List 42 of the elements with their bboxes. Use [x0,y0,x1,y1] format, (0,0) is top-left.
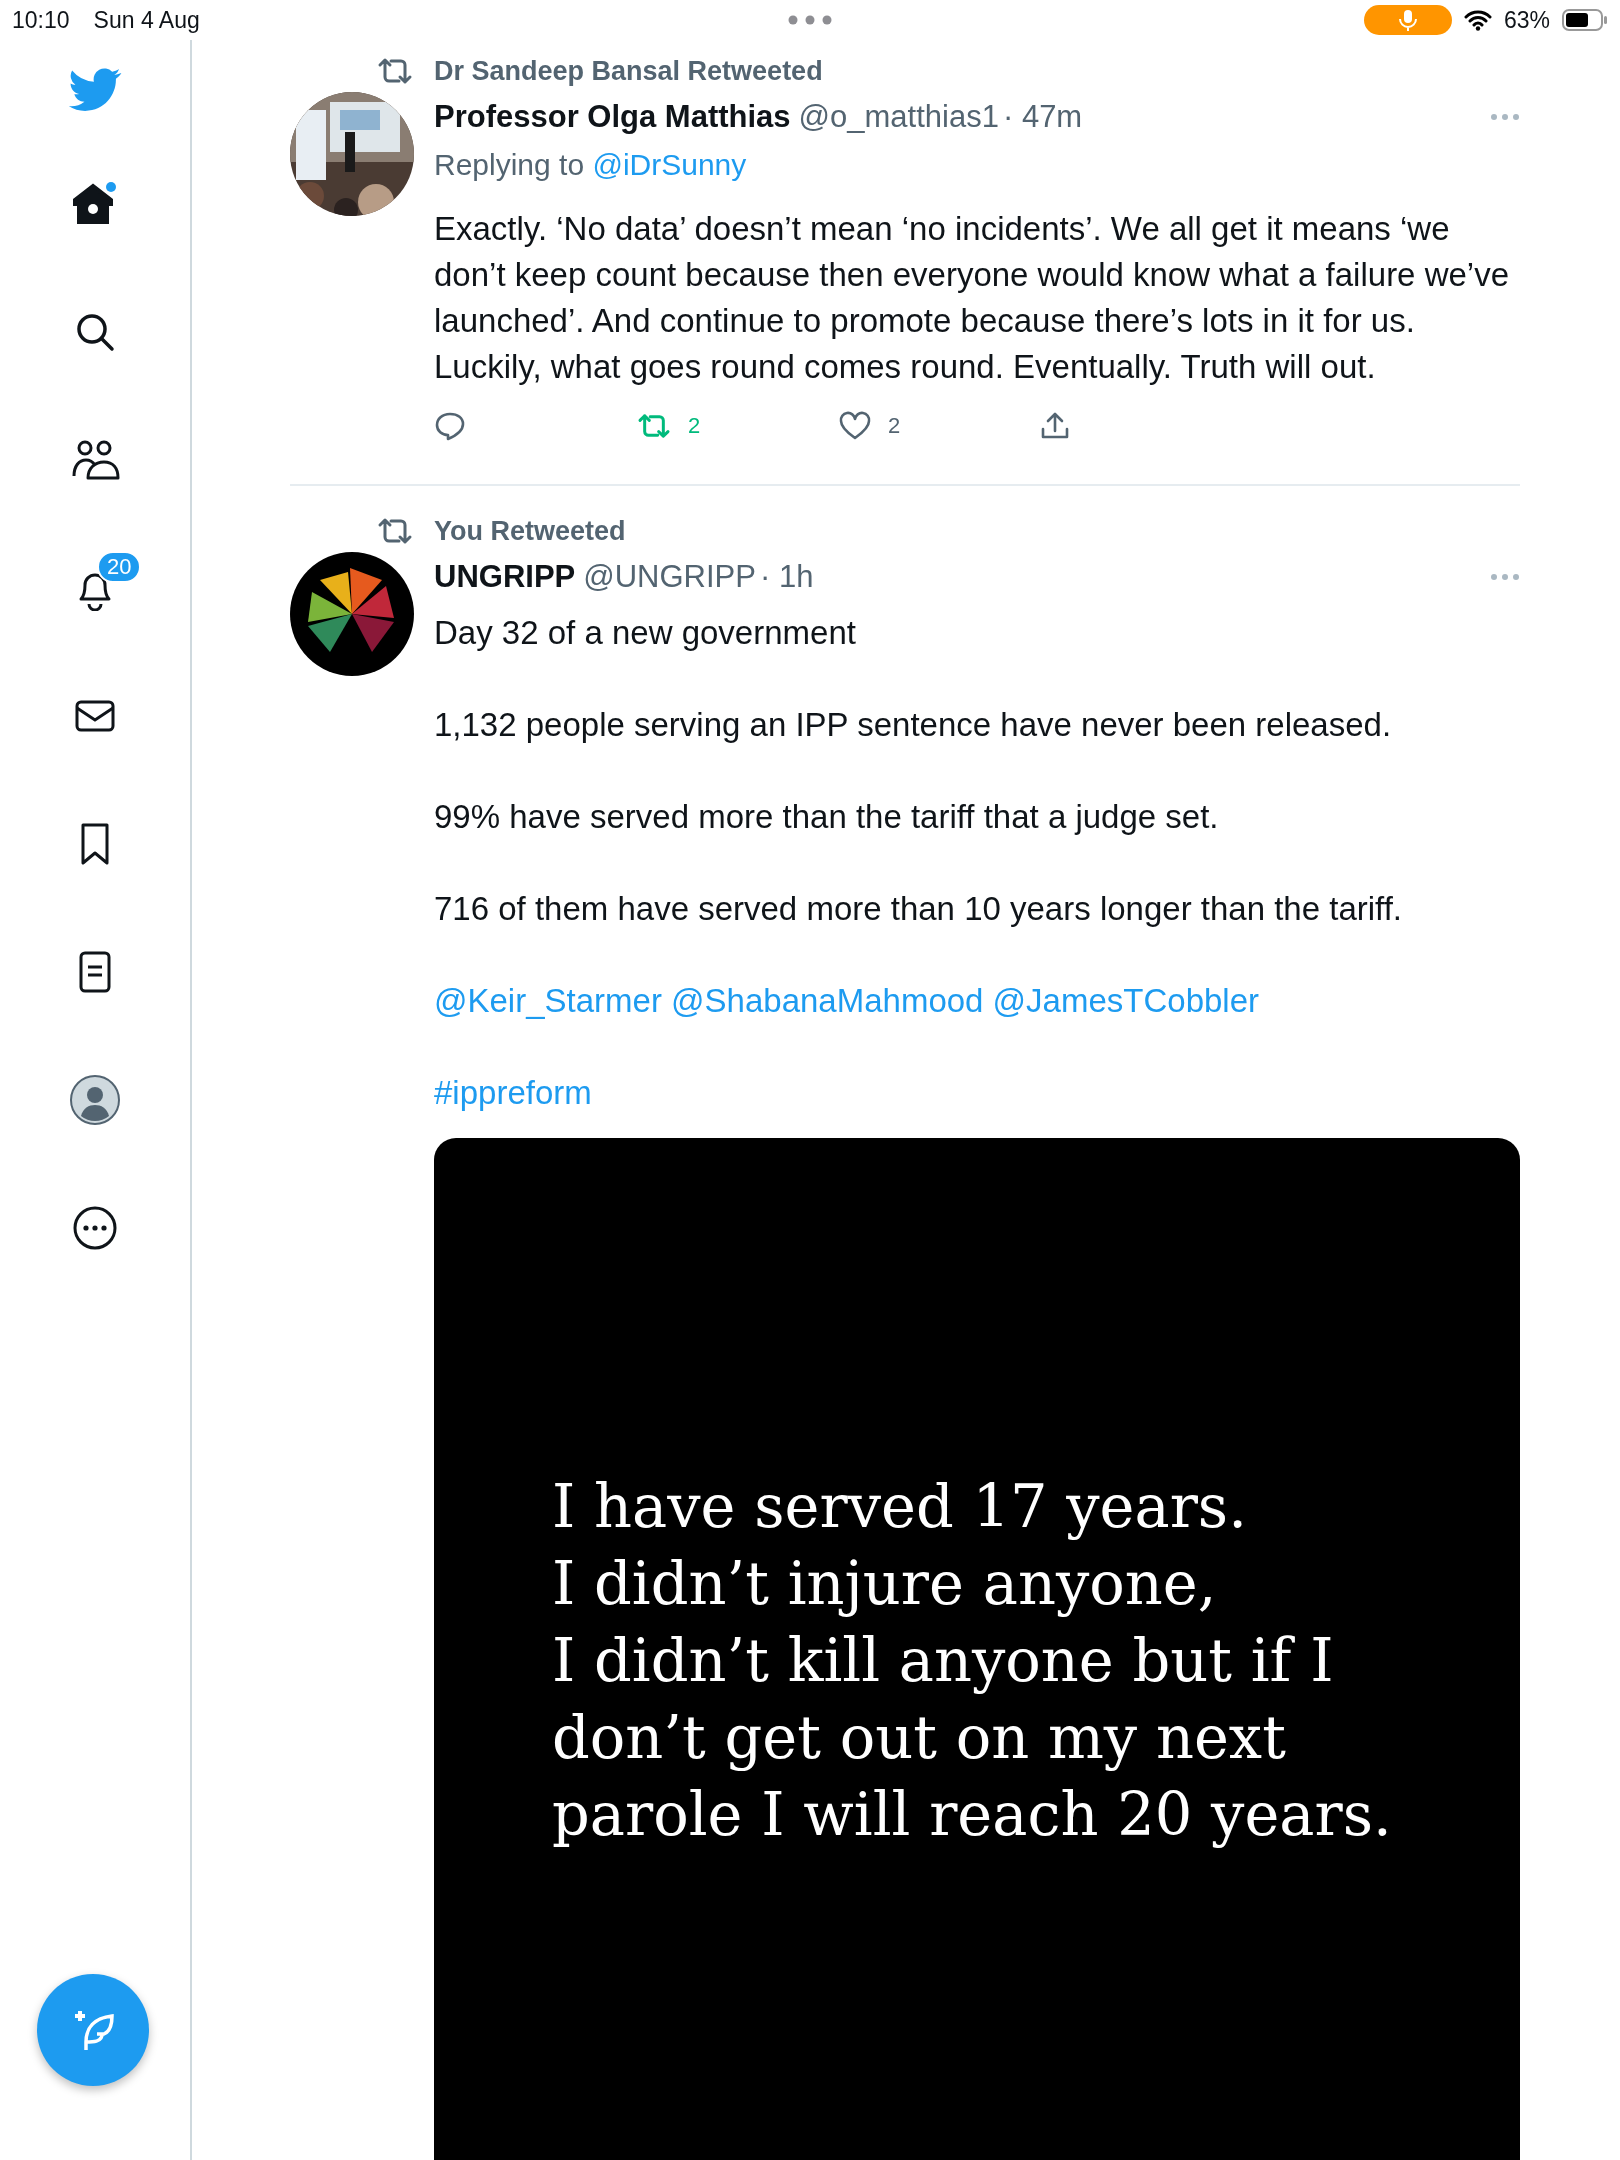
retweet-count: 2 [688,413,701,439]
share-icon[interactable] [1040,411,1070,441]
author-name[interactable]: UNGRIPP [434,559,576,595]
battery-icon [1562,9,1608,31]
multitasking-dots-icon[interactable] [788,15,832,25]
mention-link[interactable]: @iDrSunny [592,148,747,181]
compose-tweet-button[interactable] [37,1974,149,2086]
tweet-time: · 1h [759,559,814,595]
mention-link[interactable]: @ShabanaMahmood [671,982,984,1019]
image-text-line: I didn’t injure anyone, [552,1548,1217,1620]
author-handle[interactable]: @UNGRIPP [583,559,756,595]
like-count: 2 [888,413,901,439]
tweet-text: Exactly. ‘No data’ doesn’t mean ‘no incidents’. We all get it means ‘we don’t keep count because then everyone would know what a failure we’ve launched’. And continue to promote because there’s lots in it for us. Luckily, what goes round comes round. Eventually. Truth will out. [434,209,1510,387]
tweet-text: 716 of them have served more than 10 years longer than the tariff. [434,889,1403,929]
mention-link[interactable]: @Keir_Starmer [434,982,662,1019]
retweeted-by-label: Dr Sandeep Bansal Retweeted [434,55,823,87]
replying-label: Replying to [434,148,585,181]
tweet-text: 99% have served more than the tariff that a judge set. [434,797,1220,837]
tweet-image[interactable]: I have served 17 years. I didn’t injure anyone, I didn’t kill anyone but if I don’t get out on my next parole I will reach 20 years. [434,1138,1520,2160]
mention-link[interactable]: @JamesTCobbler [992,982,1260,1019]
image-text-line: I have served 17 years. [552,1471,1247,1543]
author-handle[interactable]: @o_matthias1 [798,99,999,135]
image-text-line: don’t get out on my next [552,1702,1286,1774]
battery-percentage: 63% [1503,6,1550,34]
tweet-text: Day 32 of a new government [434,613,857,653]
hashtag-link[interactable]: #ippreform [434,1074,592,1111]
notification-count-badge: 20 [97,551,142,583]
retweet-icon [376,516,414,546]
wifi-icon [1463,9,1492,31]
retweet-icon [376,56,414,86]
heart-icon[interactable] [838,411,872,441]
retweeted-by-label: You Retweeted [434,515,626,547]
notifications-nav-button[interactable]: 20 [49,542,141,634]
status-date: Sun 4 Aug [93,6,200,34]
image-text-line: I didn’t kill anyone but if I [552,1625,1334,1697]
tweet-time: · 47m [1002,99,1083,135]
bird-logo-icon[interactable] [68,68,122,112]
tweet-text: 1,132 people serving an IPP sentence have never been released. [434,705,1393,745]
status-time: 10:10 [12,6,70,34]
author-name[interactable]: Professor Olga Matthias [434,99,791,135]
reply-icon[interactable] [434,411,466,441]
image-text-line: parole I will reach 20 years. [552,1779,1392,1851]
